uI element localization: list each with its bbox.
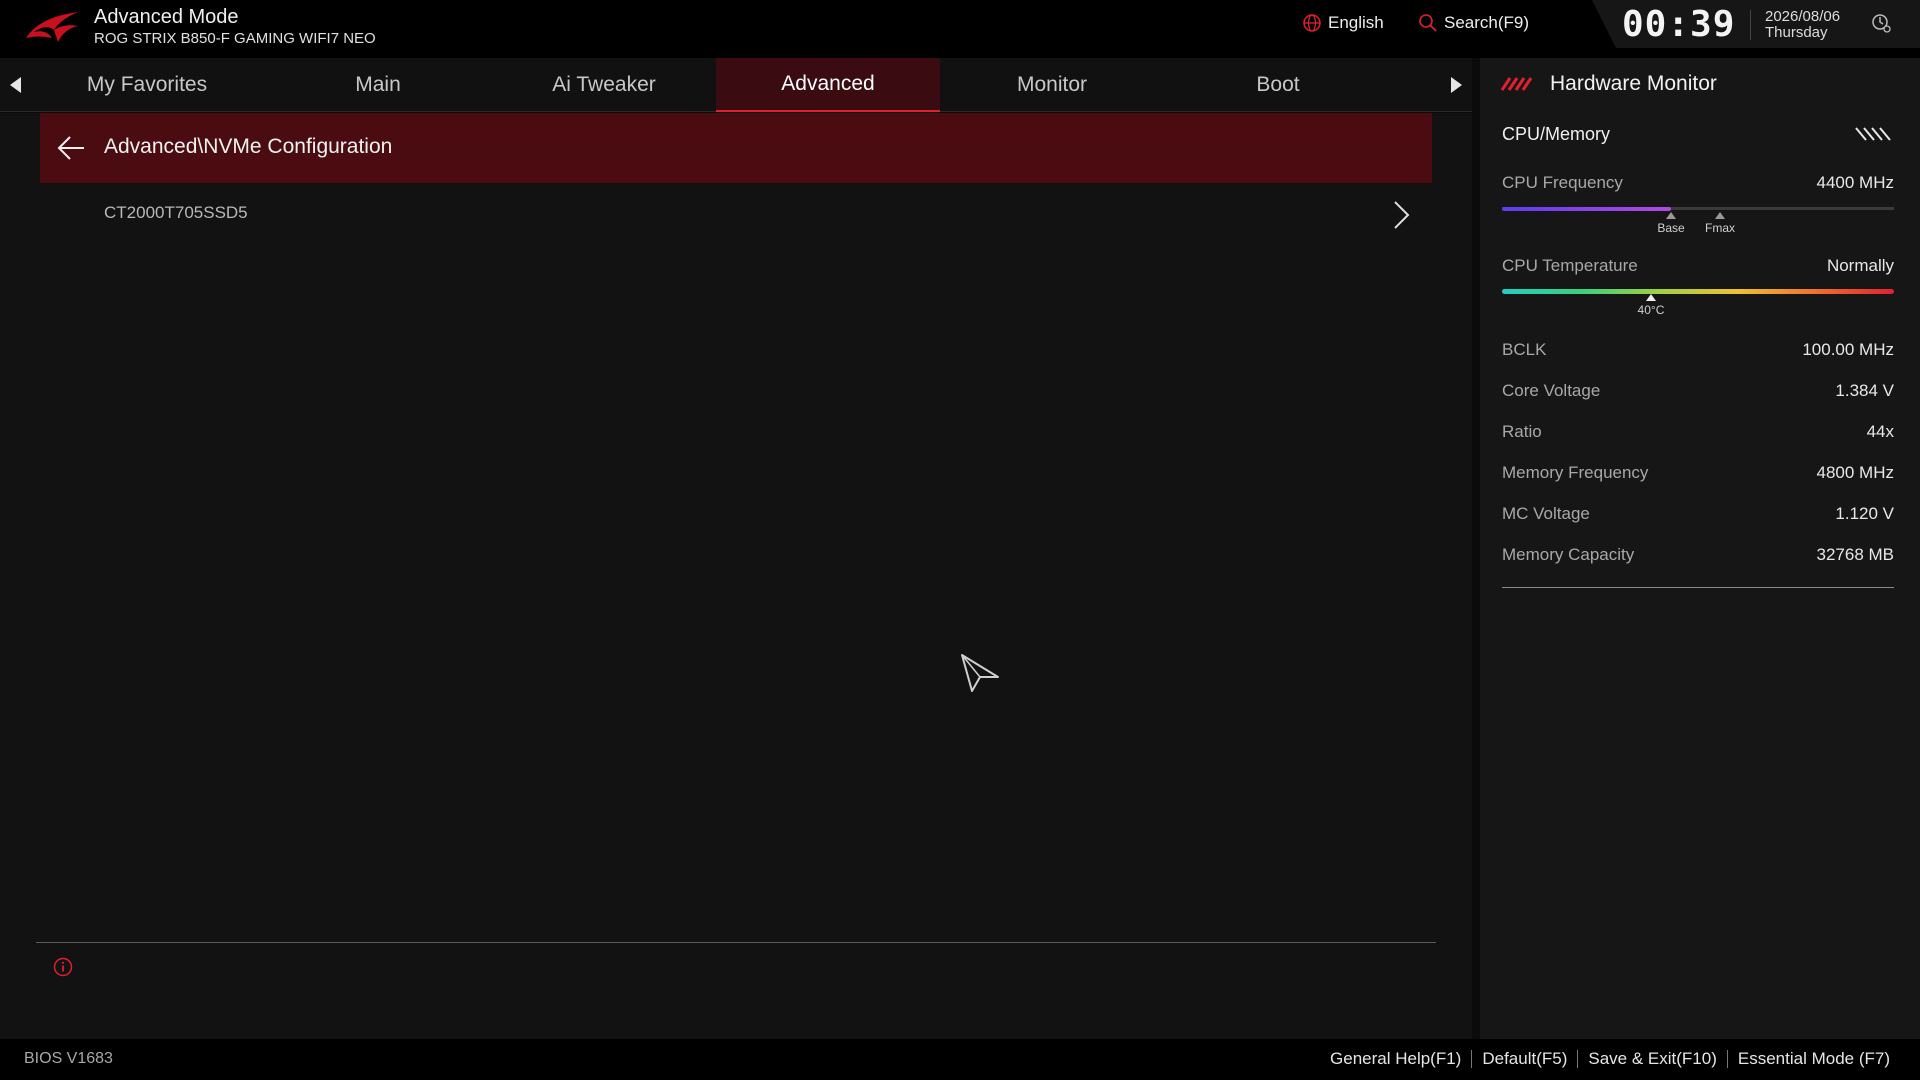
row-label: Memory Frequency: [1502, 463, 1649, 482]
essential-mode-button[interactable]: Essential Mode (F7): [1738, 1049, 1890, 1069]
tab-scroll-left-icon[interactable]: [6, 74, 26, 96]
date-display: 2026/08/06 Thursday: [1765, 9, 1840, 41]
rog-logo: [26, 12, 78, 42]
collapse-icon[interactable]: [1854, 124, 1894, 144]
date: 2026/08/06: [1765, 8, 1841, 25]
tab-scroll-right-icon[interactable]: [1446, 74, 1466, 96]
cpu-frequency-row: CPU Frequency 4400 MHz: [1502, 173, 1894, 197]
row-value: 44x: [1866, 422, 1894, 441]
cpu-temperature-label: CPU Temperature: [1502, 256, 1638, 275]
weekday: Thursday: [1765, 24, 1828, 41]
hardware-monitor-header: Hardware Monitor: [1500, 72, 1717, 96]
globe-icon: [1303, 14, 1321, 32]
bclk-row: BCLK 100.00 MHz: [1502, 340, 1894, 364]
back-arrow-icon[interactable]: [56, 135, 86, 161]
chevron-right-icon: [1394, 201, 1410, 229]
core-voltage-row: Core Voltage 1.384 V: [1502, 381, 1894, 405]
row-label: Core Voltage: [1502, 381, 1601, 400]
cpu-temperature-bar: [1502, 289, 1894, 294]
memory-capacity-row: Memory Capacity 32768 MB: [1502, 545, 1894, 569]
main-panel: Advanced\NVMe Configuration CT2000T705SS…: [0, 113, 1472, 1039]
row-value: 4800 MHz: [1816, 463, 1894, 482]
save-exit-button[interactable]: Save & Exit(F10): [1588, 1049, 1717, 1069]
hardware-monitor-icon: [1500, 77, 1533, 91]
tab-my-favorites[interactable]: My Favorites: [34, 58, 260, 112]
mode-title: Advanced Mode: [94, 6, 239, 28]
cpu-frequency-fill: [1502, 207, 1671, 211]
fmax-marker-icon: [1715, 212, 1725, 219]
breadcrumb: Advanced\NVMe Configuration: [40, 113, 1432, 183]
row-label: Ratio: [1502, 422, 1542, 441]
fmax-label: Fmax: [1705, 221, 1735, 235]
row-value: 1.120 V: [1835, 504, 1894, 523]
temperature-marker-icon: [1645, 294, 1656, 301]
cpu-temperature-row: CPU Temperature Normally: [1502, 256, 1894, 280]
search-icon: [1419, 14, 1437, 32]
base-marker-icon: [1666, 212, 1676, 219]
row-value: 32768 MB: [1816, 545, 1895, 564]
ratio-row: Ratio 44x: [1502, 422, 1894, 446]
info-icon: [53, 957, 73, 977]
tab-advanced[interactable]: Advanced: [716, 58, 940, 112]
cpu-temperature-value: Normally: [1826, 256, 1894, 275]
search-button[interactable]: Search(F9): [1418, 13, 1529, 33]
tab-ai-tweaker[interactable]: Ai Tweaker: [492, 58, 716, 112]
default-button[interactable]: Default(F5): [1482, 1049, 1567, 1069]
cpu-frequency-value: 4400 MHz: [1816, 173, 1894, 192]
bios-version: BIOS V1683: [24, 1050, 113, 1067]
row-label: MC Voltage: [1502, 504, 1590, 523]
mouse-pointer-icon: [961, 654, 999, 692]
board-name: ROG STRIX B850-F GAMING WIFI7 NEO: [94, 30, 376, 47]
memory-frequency-row: Memory Frequency 4800 MHz: [1502, 463, 1894, 487]
footer-separator: [1577, 1050, 1579, 1068]
help-divider: [36, 942, 1436, 943]
row-label: Memory Capacity: [1502, 545, 1635, 564]
language-selector[interactable]: English: [1302, 13, 1384, 33]
temperature-marker-label: 40°C: [1637, 303, 1665, 317]
base-label: Base: [1657, 221, 1685, 235]
top-bar: Advanced Mode ROG STRIX B850-F GAMING WI…: [0, 0, 1920, 58]
section-title: CPU/Memory: [1502, 124, 1611, 144]
row-value: 1.384 V: [1835, 381, 1894, 400]
footer-actions: General Help(F1) Default(F5) Save & Exit…: [1330, 1049, 1890, 1069]
general-help-button[interactable]: General Help(F1): [1330, 1049, 1461, 1069]
tab-boot[interactable]: Boot: [1166, 58, 1390, 112]
tab-bar: My Favorites Main Ai Tweaker Advanced Mo…: [0, 58, 1472, 112]
bottom-bar: BIOS V1683 General Help(F1) Default(F5) …: [0, 1039, 1920, 1080]
monitor-divider: [1502, 587, 1894, 588]
hardware-monitor-panel: Hardware Monitor CPU/Memory CPU Frequenc…: [1480, 58, 1920, 1039]
hardware-monitor-title: Hardware Monitor: [1550, 72, 1717, 95]
mc-voltage-row: MC Voltage 1.120 V: [1502, 504, 1894, 528]
tab-monitor[interactable]: Monitor: [940, 58, 1164, 112]
row-value: 100.00 MHz: [1802, 340, 1894, 359]
list-item[interactable]: CT2000T705SSD5: [40, 193, 1432, 235]
clock-gear-icon[interactable]: [1870, 12, 1892, 34]
cpu-frequency-bar: [1502, 207, 1894, 211]
nvme-device-label: CT2000T705SSD5: [104, 203, 248, 222]
language-label: English: [1328, 13, 1384, 32]
tab-main[interactable]: Main: [266, 58, 490, 112]
row-label: BCLK: [1502, 340, 1547, 359]
clock-divider: [1750, 10, 1751, 40]
cpu-frequency-label: CPU Frequency: [1502, 173, 1623, 192]
search-label: Search(F9): [1444, 13, 1530, 32]
clock: 00:39: [1622, 4, 1736, 45]
footer-separator: [1471, 1050, 1473, 1068]
breadcrumb-path: Advanced\NVMe Configuration: [104, 135, 393, 158]
footer-separator: [1726, 1050, 1728, 1068]
